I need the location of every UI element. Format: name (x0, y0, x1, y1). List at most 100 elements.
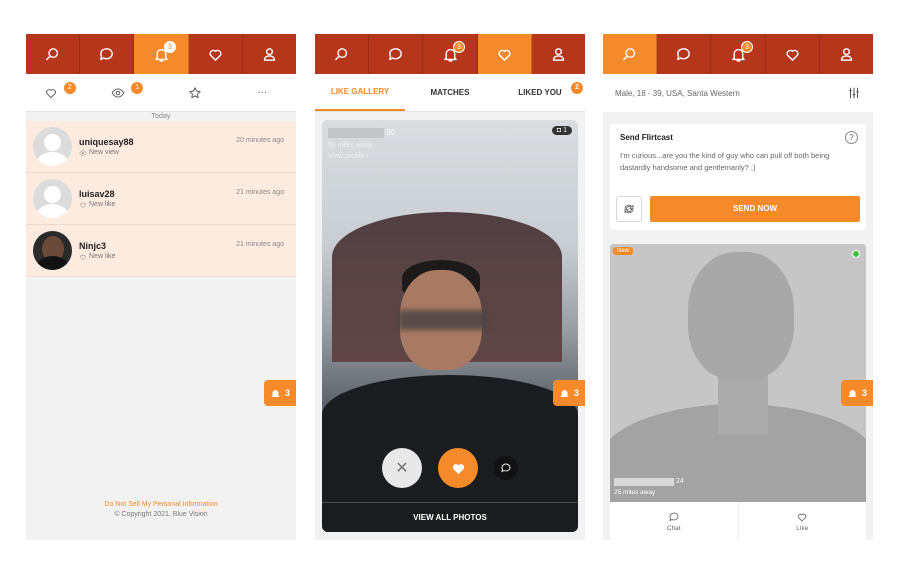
online-indicator (852, 250, 860, 258)
heart-icon (80, 254, 86, 260)
notification-bell-button[interactable]: 3 (841, 380, 873, 406)
view-profile-link[interactable]: View profile › (328, 153, 368, 160)
timestamp: 20 minutes ago (236, 137, 284, 144)
timestamp: 21 minutes ago (236, 189, 284, 196)
bell-icon (271, 389, 280, 397)
like-label: Like (796, 524, 809, 532)
likes-screen: 3 LIKE GALLERY MATCHES LIKED YOU 2 30 50 … (315, 34, 585, 540)
views-badge: 1 (131, 81, 144, 94)
day-divider: Today (26, 112, 296, 121)
nav-messages[interactable] (80, 34, 135, 74)
avatar (33, 179, 72, 218)
help-icon[interactable]: ? (845, 131, 858, 144)
notification-list: uniquesay88 New view 20 minutes ago luis… (26, 121, 296, 277)
eye-icon (79, 149, 87, 156)
top-nav: 3 (26, 34, 296, 74)
chat-icon (669, 512, 679, 521)
tab-matches[interactable]: MATCHES (405, 74, 495, 111)
copyright: © Copyright 2021, Blue Vision (114, 511, 208, 518)
chat-button[interactable] (494, 456, 518, 480)
profile-age: 30 (386, 128, 395, 137)
notification-row[interactable]: Ninjc3 New like 21 minutes ago (26, 225, 296, 277)
top-nav: 3 (315, 34, 585, 74)
notification-type: New like (89, 201, 116, 208)
more-icon: ··· (257, 87, 268, 98)
search-screen: 3 Male, 18 - 39, USA, Santa Western Send… (603, 34, 873, 540)
bell-count: 3 (284, 388, 290, 398)
chat-icon (501, 463, 511, 473)
chat-button[interactable]: Chat (610, 502, 739, 540)
new-badge: New (613, 247, 634, 255)
avatar (33, 127, 72, 166)
tab-like-gallery[interactable]: LIKE GALLERY (315, 74, 405, 111)
bell-count: 3 (573, 388, 579, 398)
filter-likes[interactable]: 2 (26, 81, 94, 100)
profile-actions: Chat Like (610, 502, 866, 540)
nav-search[interactable] (315, 34, 370, 74)
flirtcast-title: Send Flirtcast (620, 133, 673, 142)
filter-views[interactable]: 1 (94, 81, 162, 100)
nav-messages[interactable] (657, 34, 712, 74)
heart-icon (45, 88, 56, 98)
search-filter-bar[interactable]: Male, 18 - 39, USA, Santa Western (603, 74, 873, 112)
nav-notifications[interactable]: 3 (423, 34, 478, 74)
user-icon (552, 47, 565, 61)
more-menu[interactable]: ··· (229, 87, 297, 98)
notification-row[interactable]: uniquesay88 New view 20 minutes ago (26, 121, 296, 173)
search-icon (623, 47, 636, 60)
nav-profile[interactable] (243, 34, 296, 74)
user-icon (263, 47, 276, 61)
nav-likes[interactable] (189, 34, 243, 74)
tab-liked-you-label: LIKED YOU (518, 88, 562, 97)
chat-icon (389, 47, 403, 60)
flirtcast-card: Send Flirtcast ? I'm curious...are you t… (610, 124, 866, 230)
user-icon (840, 47, 853, 61)
like-button[interactable] (438, 448, 478, 488)
nav-notifications[interactable]: 3 (134, 34, 189, 74)
profile-age: 24 (676, 478, 684, 485)
profile-placeholder-photo[interactable] (610, 244, 866, 502)
notification-row[interactable]: luisav28 New like 21 minutes ago (26, 173, 296, 225)
nav-profile[interactable] (820, 34, 873, 74)
close-icon: ✕ (395, 460, 409, 477)
profile-distance: 25 miles away (614, 489, 656, 496)
tab-liked-you[interactable]: LIKED YOU 2 (495, 74, 585, 111)
refresh-button[interactable] (616, 196, 642, 222)
eye-icon (111, 87, 125, 98)
liked-you-badge: 2 (571, 82, 583, 94)
photo-count-value: 1 (563, 127, 567, 134)
notification-bell-button[interactable]: 3 (264, 380, 296, 406)
filter-favorites[interactable] (161, 86, 229, 100)
sliders-icon[interactable] (847, 86, 861, 100)
notification-bell-button[interactable]: 3 (553, 380, 585, 406)
refresh-icon (624, 204, 634, 214)
privacy-link[interactable]: Do Not Sell My Personal Information (26, 500, 296, 510)
search-criteria: Male, 18 - 39, USA, Santa Western (615, 88, 740, 98)
profile-distance: 50 miles away (328, 142, 373, 149)
nav-likes[interactable] (477, 34, 532, 74)
nav-likes[interactable] (766, 34, 820, 74)
chat-icon (677, 47, 691, 60)
nav-notifications[interactable]: 3 (711, 34, 766, 74)
view-all-photos-button[interactable]: VIEW ALL PHOTOS (322, 502, 578, 532)
search-icon (46, 47, 59, 60)
nav-profile[interactable] (532, 34, 585, 74)
like-button[interactable]: Like (739, 502, 867, 540)
dismiss-button[interactable]: ✕ (382, 448, 422, 488)
nav-search[interactable] (603, 34, 658, 74)
bell-count: 3 (861, 388, 867, 398)
footer: Do Not Sell My Personal Information © Co… (26, 500, 296, 520)
nav-search[interactable] (26, 34, 81, 74)
bell-icon (560, 389, 569, 397)
nav-messages[interactable] (369, 34, 424, 74)
send-now-button[interactable]: SEND NOW (650, 196, 860, 222)
notification-badge: 3 (453, 41, 465, 53)
profile-card[interactable]: New 24 25 miles away Chat Like (610, 244, 866, 540)
profile-card[interactable]: 30 50 miles away View profile › ◘ 1 ✕ VI… (322, 120, 578, 532)
star-icon (189, 86, 201, 98)
likes-badge: 2 (63, 81, 76, 94)
chat-label: Chat (666, 524, 681, 532)
heart-icon (798, 513, 807, 522)
notification-type: New view (89, 149, 119, 156)
notification-badge: 3 (164, 41, 176, 53)
